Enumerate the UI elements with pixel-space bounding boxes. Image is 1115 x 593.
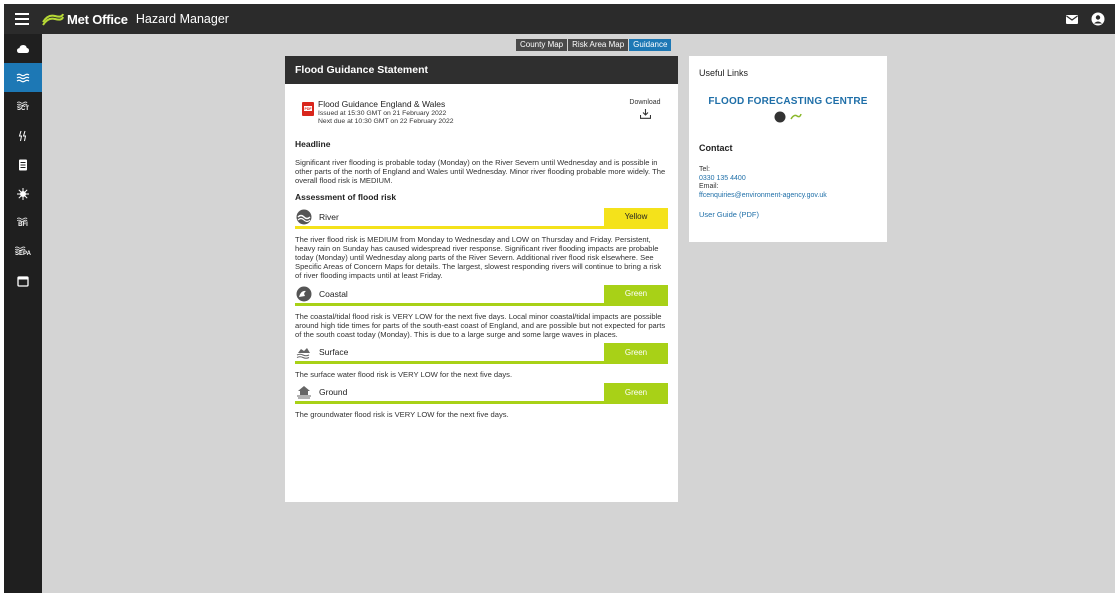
risk-level-surface: Green — [604, 343, 668, 362]
surface-icon — [296, 344, 312, 360]
coastal-icon — [296, 286, 312, 302]
sidebar: SCT BFI SEPA — [4, 34, 42, 593]
sidebar-item-documents[interactable] — [4, 150, 42, 179]
headline-title: Headline — [295, 139, 331, 149]
svg-text:PDF: PDF — [305, 107, 313, 111]
flood-waves-icon — [16, 73, 30, 82]
river-icon — [296, 209, 312, 225]
view-tabs: County Map Risk Area Map Guidance — [516, 39, 672, 51]
bfi-icon: BFI — [17, 217, 29, 228]
risk-label-river: River — [319, 211, 339, 222]
menu-icon[interactable] — [8, 4, 36, 34]
tab-county-map[interactable]: County Map — [516, 39, 568, 51]
risk-description-coastal: The coastal/tidal flood risk is VERY LOW… — [295, 311, 666, 340]
risk-row-coastal: Coastal Green — [295, 284, 668, 306]
sct-label: SCT — [17, 106, 29, 112]
app-title: Hazard Manager — [135, 12, 229, 26]
tab-risk-area-map[interactable]: Risk Area Map — [568, 39, 629, 51]
risk-description-river: The river flood risk is MEDIUM from Mond… — [295, 234, 662, 281]
met-office-logo-icon — [42, 13, 64, 26]
statement-document: PDF Flood Guidance England & Wales Issue… — [295, 98, 668, 128]
virus-icon — [17, 187, 29, 200]
sidebar-item-sct[interactable]: SCT — [4, 92, 42, 121]
met-office-logo[interactable]: Met Office — [42, 12, 128, 27]
assessment-title: Assessment of flood risk — [295, 191, 397, 202]
risk-level-river: Yellow — [604, 207, 668, 226]
risk-level-ground: Green — [604, 383, 668, 402]
pdf-icon[interactable]: PDF — [302, 102, 314, 116]
brand-name: Met Office — [67, 11, 128, 27]
risk-row-surface: Surface Green — [295, 343, 668, 365]
lightning-icon — [18, 130, 27, 141]
mail-icon[interactable] — [1065, 12, 1079, 26]
card-header: Flood Guidance Statement — [285, 56, 678, 84]
risk-row-ground: Ground Green — [295, 383, 668, 405]
sidebar-item-calendar[interactable] — [4, 266, 42, 295]
download-icon — [639, 109, 651, 119]
sidebar-item-bfi[interactable]: BFI — [4, 208, 42, 237]
sidebar-item-flood[interactable] — [4, 63, 42, 92]
risk-row-river: River Yellow — [295, 207, 668, 229]
sidebar-item-health[interactable] — [4, 179, 42, 208]
risk-level-coastal: Green — [604, 284, 668, 303]
download-button[interactable]: Download — [625, 99, 665, 119]
calendar-icon — [17, 275, 29, 287]
risk-description-surface: The surface water flood risk is VERY LOW… — [295, 370, 513, 380]
download-label: Download — [629, 99, 661, 106]
user-guide-link[interactable]: User Guide (PDF) — [699, 210, 877, 219]
sidebar-item-sepa[interactable]: SEPA — [4, 237, 42, 266]
bfi-label: BFI — [18, 222, 28, 228]
risk-label-ground: Ground — [319, 387, 348, 398]
headline-text: Significant river flooding is probable t… — [295, 158, 666, 186]
cloud-icon — [17, 44, 29, 53]
email-label: Email: — [699, 183, 719, 190]
flood-guidance-card: Flood Guidance Statement PDF Flood Guida… — [285, 56, 678, 502]
useful-links-panel: Useful Links FLOOD FORECASTING CENTRE Co… — [689, 56, 887, 242]
document-title[interactable]: Flood Guidance England & Wales — [318, 99, 445, 109]
partner-logos — [699, 111, 877, 123]
next-due-time: Next due at 10:30 GMT on 22 February 202… — [318, 118, 454, 125]
email-link[interactable]: ffcenquiries@environment-agency.gov.uk — [699, 192, 877, 201]
risk-description-ground: The groundwater flood risk is VERY LOW f… — [295, 410, 509, 420]
user-account-icon[interactable] — [1091, 12, 1105, 26]
useful-links-title: Useful Links — [699, 68, 749, 78]
tel-label: Tel: — [699, 166, 710, 173]
ffc-logo-text: FLOOD FORECASTING CENTRE — [708, 96, 868, 107]
risk-label-surface: Surface — [319, 347, 349, 358]
main-content: County Map Risk Area Map Guidance Flood … — [42, 34, 1115, 593]
sepa-icon: SEPA — [15, 246, 31, 257]
sct-icon: SCT — [17, 101, 29, 112]
tab-guidance[interactable]: Guidance — [629, 39, 672, 51]
top-header: Met Office Hazard Manager — [4, 4, 1115, 34]
document-icon — [19, 159, 27, 170]
met-office-small-logo-icon — [790, 113, 802, 120]
sepa-label: SEPA — [15, 251, 31, 257]
environment-agency-logo-icon — [774, 111, 786, 123]
sidebar-item-lightning[interactable] — [4, 121, 42, 150]
ground-icon — [296, 384, 312, 400]
risk-label-coastal: Coastal — [319, 288, 348, 299]
sidebar-item-weather[interactable] — [4, 34, 42, 63]
phone-link[interactable]: 0330 135 4400 — [699, 175, 877, 184]
issued-time: Issued at 15:30 GMT on 21 February 2022 — [318, 110, 447, 117]
contact-title: Contact — [699, 143, 733, 153]
flood-forecasting-centre-logo[interactable]: FLOOD FORECASTING CENTRE — [699, 96, 877, 123]
